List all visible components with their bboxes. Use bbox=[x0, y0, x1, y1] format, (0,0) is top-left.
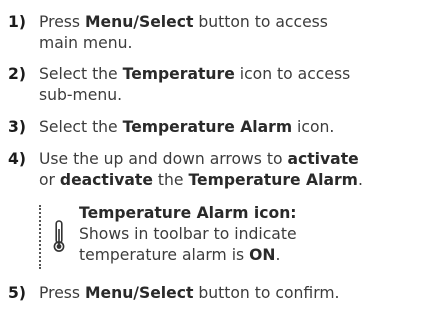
step-number: 2) bbox=[8, 65, 26, 83]
note-line-2: temperature alarm is ON. bbox=[79, 245, 280, 266]
step-fragment: button to access bbox=[193, 13, 328, 31]
step-line: or deactivate the Temperature Alarm. bbox=[39, 170, 421, 191]
step-1: 1) Press Menu/Select button to access mai… bbox=[8, 12, 421, 53]
step-text: Press Menu/Select button to confirm. bbox=[39, 283, 421, 304]
step-number: 3) bbox=[8, 118, 26, 136]
step-number: 5) bbox=[8, 284, 26, 302]
step-emphasis: activate bbox=[287, 150, 359, 168]
note-title: Temperature Alarm icon: bbox=[79, 204, 297, 222]
step-emphasis: deactivate bbox=[59, 170, 153, 189]
dotted-divider bbox=[39, 205, 41, 269]
step-emphasis: Temperature bbox=[122, 65, 235, 83]
note-line-2-text: temperature alarm is bbox=[79, 246, 250, 264]
step-line: sub-menu. bbox=[39, 85, 421, 106]
step-fragment: . bbox=[357, 170, 363, 189]
step-fragment: button to confirm. bbox=[193, 284, 340, 302]
step-fragment: Press bbox=[39, 13, 85, 31]
step-fragment: icon. bbox=[292, 118, 335, 136]
thermometer-icon bbox=[53, 220, 65, 252]
step-line: Select the Temperature Alarm icon. bbox=[39, 117, 421, 138]
temperature-alarm-note: Temperature Alarm icon: Shows in toolbar… bbox=[39, 203, 419, 271]
note-on-label: ON bbox=[249, 246, 276, 264]
step-fragment: icon to access bbox=[234, 65, 351, 83]
step-5: 5) Press Menu/Select button to confirm. bbox=[8, 283, 421, 304]
step-3: 3) Select the Temperature Alarm icon. bbox=[8, 117, 421, 138]
step-emphasis: Temperature Alarm bbox=[188, 170, 358, 189]
step-line: Use the up and down arrows to activate bbox=[39, 149, 421, 170]
step-line: main menu. bbox=[39, 33, 421, 54]
step-fragment: Use the up and down arrows to bbox=[39, 150, 288, 168]
step-number: 1) bbox=[8, 13, 26, 31]
step-emphasis: Menu/Select bbox=[85, 284, 194, 302]
step-text: Select the Temperature Alarm icon. bbox=[39, 117, 421, 138]
step-fragment: sub-menu. bbox=[39, 85, 123, 104]
step-fragment: Select the bbox=[39, 65, 123, 83]
step-fragment: main menu. bbox=[39, 33, 133, 52]
step-2: 2) Select the Temperature icon to access… bbox=[8, 64, 421, 105]
step-fragment: Select the bbox=[39, 118, 123, 136]
step-fragment: or bbox=[39, 170, 60, 189]
step-4: 4) Use the up and down arrows to activat… bbox=[8, 149, 421, 190]
step-line: Select the Temperature icon to access bbox=[39, 64, 421, 85]
step-emphasis: Temperature Alarm bbox=[122, 118, 293, 136]
note-line-2-end: . bbox=[275, 246, 281, 264]
step-text: Select the Temperature icon to access sub… bbox=[39, 64, 421, 105]
step-number: 4) bbox=[8, 150, 26, 168]
step-text: Use the up and down arrows to activate or… bbox=[39, 149, 421, 190]
note-line-1: Shows in toolbar to indicate bbox=[79, 225, 297, 243]
step-text: Press Menu/Select button to access main m… bbox=[39, 12, 421, 53]
step-emphasis: Menu/Select bbox=[85, 13, 194, 31]
step-fragment: Press bbox=[39, 284, 85, 302]
step-line: Press Menu/Select button to confirm. bbox=[39, 283, 421, 304]
step-fragment: the bbox=[152, 170, 189, 189]
step-line: Press Menu/Select button to access bbox=[39, 12, 421, 33]
